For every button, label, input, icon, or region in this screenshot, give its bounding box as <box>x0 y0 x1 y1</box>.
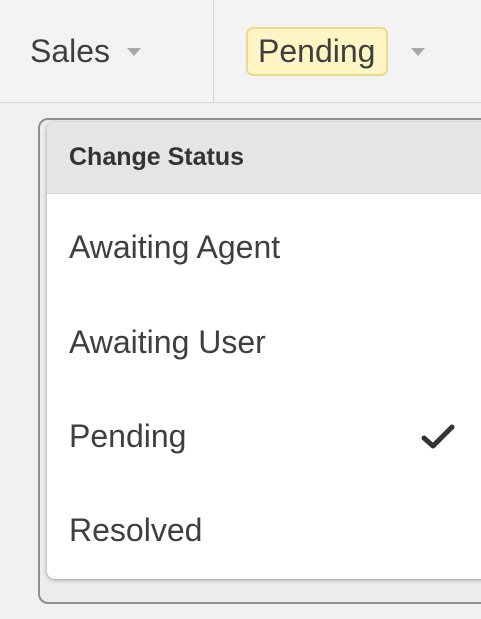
menu-item-label: Resolved <box>69 511 203 548</box>
status-dropdown[interactable]: Pending <box>214 0 481 102</box>
menu-item-resolved[interactable]: Resolved <box>47 492 481 568</box>
menu-item-label: Pending <box>69 417 187 454</box>
menu-item-awaiting-agent[interactable]: Awaiting Agent <box>47 209 481 285</box>
check-icon <box>421 424 455 449</box>
change-status-menu: Change Status Awaiting Agent Awaiting Us… <box>47 122 481 579</box>
chevron-down-icon <box>411 48 426 56</box>
status-badge: Pending <box>246 26 389 76</box>
menu-item-label: Awaiting User <box>69 323 266 360</box>
chevron-down-icon <box>127 48 142 56</box>
menu-item-awaiting-user[interactable]: Awaiting User <box>47 304 481 380</box>
menu-header: Change Status <box>47 122 481 194</box>
menu-item-pending[interactable]: Pending <box>47 398 481 474</box>
menu-item-label: Awaiting Agent <box>69 228 281 265</box>
ticket-toolbar: Sales Pending <box>0 0 481 103</box>
department-dropdown[interactable]: Sales <box>0 0 214 102</box>
department-label: Sales <box>30 33 111 69</box>
